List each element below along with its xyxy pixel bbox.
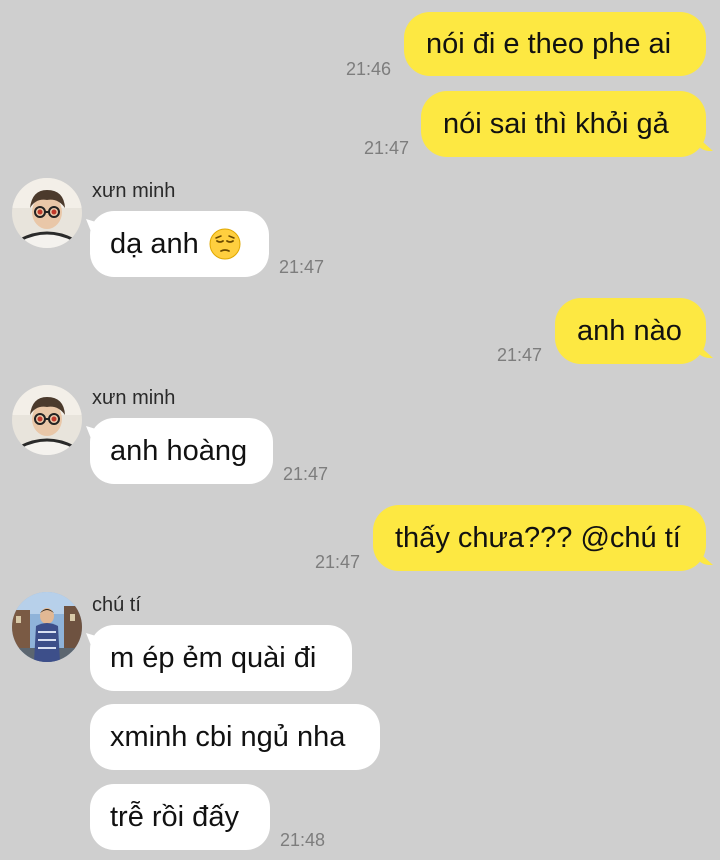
avatar[interactable]: [12, 178, 82, 248]
message-text: anh hoàng: [110, 434, 248, 467]
message-timestamp: 21:47: [364, 138, 410, 158]
incoming-message-bubble[interactable]: m ép ẻm quài đi: [90, 625, 352, 691]
message-timestamp: 21:47: [497, 345, 543, 365]
message-text: dạ anh: [110, 227, 199, 260]
outgoing-message-bubble[interactable]: nói đi e theo phe ai: [404, 12, 706, 76]
sender-name: xưn minh: [92, 180, 176, 202]
avatar[interactable]: [12, 592, 82, 662]
chat-conversation[interactable]: 21:46 nói đi e theo phe ai 21:47 nói sai…: [0, 0, 720, 860]
message-text: m ép ẻm quài đi: [110, 641, 317, 674]
incoming-message-bubble[interactable]: dạ anh: [90, 211, 269, 277]
avatar-photo-boy-glasses: [12, 178, 82, 248]
avatar-photo-boy-glasses: [12, 385, 82, 455]
outgoing-message-bubble[interactable]: thấy chưa??? @chú tí: [373, 505, 706, 571]
avatar[interactable]: [12, 385, 82, 455]
message-timestamp: 21:46: [346, 59, 392, 79]
outgoing-message-bubble[interactable]: anh nào: [555, 298, 706, 364]
message-timestamp: 21:47: [315, 552, 361, 572]
incoming-message-bubble[interactable]: anh hoàng: [90, 418, 273, 484]
outgoing-message-bubble[interactable]: nói sai thì khỏi gả: [421, 91, 706, 157]
incoming-message-bubble[interactable]: xminh cbi ngủ nha: [90, 704, 380, 770]
pensive-face-icon: [209, 228, 241, 260]
message-text: xminh cbi ngủ nha: [110, 720, 346, 753]
message-timestamp: 21:48: [280, 830, 326, 850]
message-text: trễ rồi đấy: [110, 800, 239, 833]
incoming-message-bubble[interactable]: trễ rồi đấy: [90, 784, 270, 850]
message-timestamp: 21:47: [283, 464, 329, 484]
message-timestamp: 21:47: [279, 257, 325, 277]
sender-name: xưn minh: [92, 387, 176, 409]
message-text: anh nào: [577, 314, 682, 347]
message-text: thấy chưa??? @chú tí: [395, 521, 681, 554]
sender-name: chú tí: [92, 594, 141, 616]
avatar-photo-boy-street: [12, 592, 82, 662]
message-text: nói đi e theo phe ai: [426, 27, 672, 60]
message-text: nói sai thì khỏi gả: [443, 107, 669, 140]
